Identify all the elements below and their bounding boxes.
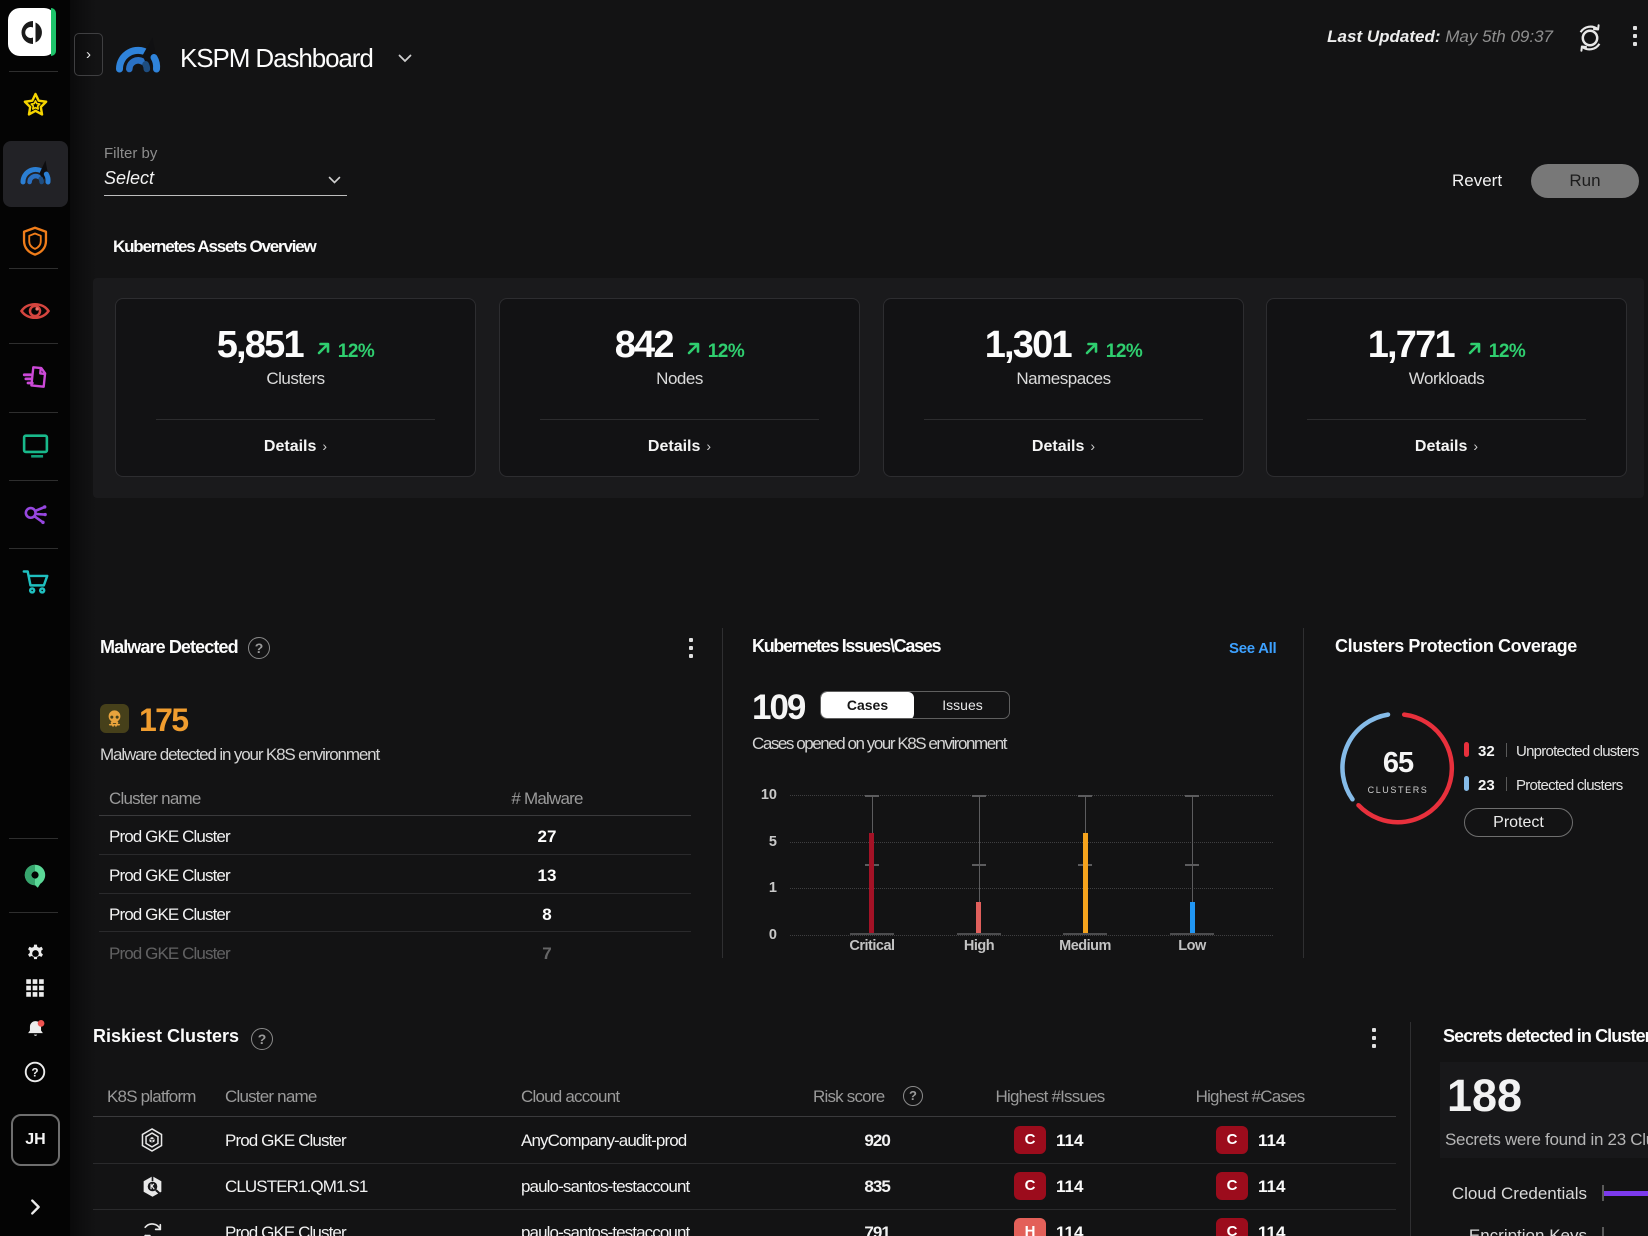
svg-text:?: ? (31, 1066, 38, 1079)
